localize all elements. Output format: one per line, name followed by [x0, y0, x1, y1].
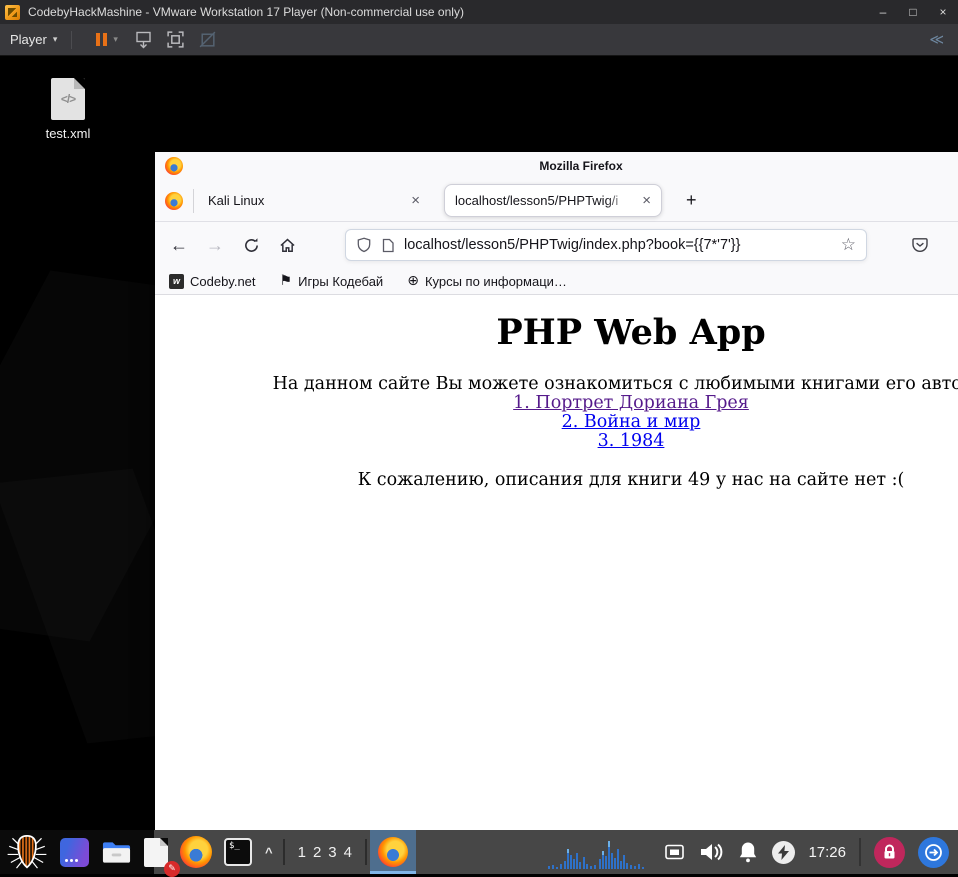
- vmware-player-icon: [5, 5, 20, 20]
- panel-separator: [365, 839, 367, 865]
- minimize-button[interactable]: –: [868, 0, 898, 24]
- suspend-dropdown-caret[interactable]: ▾: [113, 34, 118, 45]
- tray-separator: [859, 838, 861, 866]
- bookmark-igry-codebay[interactable]: ⚑ Игры Кодебай: [280, 273, 384, 289]
- url-bar[interactable]: localhost/lesson5/PHPTwig/index.php?book…: [345, 229, 867, 261]
- send-ctrl-alt-del-icon[interactable]: [131, 27, 157, 53]
- vmware-window-title: CodebyHackMashine - VMware Workstation 1…: [28, 5, 464, 19]
- logout-icon[interactable]: [918, 837, 949, 868]
- reload-icon[interactable]: [237, 231, 265, 259]
- pencil-badge-icon: ✎: [164, 861, 180, 877]
- volume-icon[interactable]: [698, 840, 724, 864]
- workspace-4[interactable]: 4: [344, 844, 352, 861]
- bookmarks-toolbar: w Codeby.net ⚑ Игры Кодебай ⊕ Курсы по и…: [155, 268, 958, 295]
- forward-button: →: [201, 231, 229, 259]
- bookmark-kursy[interactable]: ⊕ Курсы по информаци…: [407, 273, 567, 289]
- xml-file-icon: </>: [51, 78, 85, 120]
- page-error-message: К сожалению, описания для книги 49 у нас…: [155, 470, 958, 490]
- tab-close-icon[interactable]: ×: [636, 190, 657, 211]
- firefox-task-button-active[interactable]: [370, 830, 416, 874]
- notification-bell-icon[interactable]: [737, 840, 759, 864]
- firefox-window: Mozilla Firefox Kali Linux × localhost/l…: [155, 152, 958, 830]
- workspace-pager[interactable]: 1 2 3 4: [288, 844, 362, 861]
- tab-close-icon[interactable]: ×: [405, 190, 426, 211]
- close-button[interactable]: ×: [928, 0, 958, 24]
- kali-menu-icon[interactable]: [0, 830, 54, 874]
- vmware-titlebar: CodebyHackMashine - VMware Workstation 1…: [0, 0, 958, 24]
- unity-mode-icon: [195, 27, 221, 53]
- suspend-vm-button[interactable]: [92, 29, 111, 50]
- collapse-toolbar-icon[interactable]: ≪: [929, 31, 944, 48]
- page-intro-text: На данном сайте Вы можете ознакомиться с…: [155, 375, 958, 394]
- tab-label: localhost/lesson5/PHPTwig/i: [455, 193, 636, 208]
- php-web-app-page: PHP Web App На данном сайте Вы можете оз…: [155, 296, 958, 490]
- bookmark-codeby[interactable]: w Codeby.net: [169, 274, 256, 289]
- firefox-navbar: ← →: [155, 222, 958, 268]
- file-manager-icon[interactable]: [95, 830, 138, 874]
- tab-label: Kali Linux: [208, 193, 405, 208]
- display-tray-icon[interactable]: [664, 843, 685, 861]
- bookmark-label: Курсы по информаци…: [425, 274, 567, 289]
- vm-desktop: </> test.xml Mozilla Firefox Kali Linux …: [0, 56, 958, 830]
- code-glyph: </>: [61, 92, 75, 106]
- firefox-titlebar[interactable]: Mozilla Firefox: [155, 152, 958, 180]
- firefox-icon: [165, 192, 183, 210]
- codeby-favicon: w: [169, 274, 184, 289]
- player-menu-label: Player: [10, 32, 47, 47]
- book-link-3[interactable]: 3. 1984: [155, 432, 958, 451]
- terminal-icon[interactable]: $_: [218, 830, 258, 874]
- window-controls: – □ ×: [868, 0, 958, 24]
- taskbar-tray: 17:26: [547, 830, 958, 874]
- desktop-file-test-xml[interactable]: </> test.xml: [28, 78, 108, 141]
- back-button[interactable]: ←: [165, 231, 193, 259]
- app-drawer-icon[interactable]: [54, 830, 95, 874]
- tab-localhost-active[interactable]: localhost/lesson5/PHPTwig/i ×: [444, 184, 662, 217]
- maximize-button[interactable]: □: [898, 0, 928, 24]
- book-link-1[interactable]: 1. Портрет Дориана Грея: [155, 394, 958, 413]
- page-info-icon[interactable]: [381, 238, 395, 253]
- firefox-icon: [378, 837, 408, 867]
- home-icon[interactable]: [273, 231, 301, 259]
- firefox-launcher-icon[interactable]: [174, 830, 218, 874]
- text-editor-icon[interactable]: ✎: [138, 830, 174, 874]
- toolbar-separator: [71, 31, 72, 49]
- workspace-1[interactable]: 1: [298, 844, 306, 861]
- vmware-toolbar: Player ▾ ▾ ≪: [0, 24, 958, 56]
- book-link-2[interactable]: 2. Война и мир: [155, 413, 958, 432]
- lock-screen-icon[interactable]: [874, 837, 905, 868]
- tab-separator: [193, 189, 194, 213]
- workspace-3[interactable]: 3: [328, 844, 336, 861]
- player-menu[interactable]: Player ▾: [0, 24, 67, 55]
- url-value[interactable]: localhost/lesson5/PHPTwig/index.php?book…: [404, 237, 832, 253]
- new-tab-button[interactable]: +: [678, 188, 705, 213]
- bookmark-label: Codeby.net: [190, 274, 256, 289]
- panel-separator: [283, 839, 285, 865]
- taskbar-left: ✎ $_ ^ 1 2 3 4: [0, 830, 416, 874]
- bookmark-label: Игры Кодебай: [298, 274, 383, 289]
- workspace-2[interactable]: 2: [313, 844, 321, 861]
- bookmark-star-icon[interactable]: ☆: [841, 235, 856, 255]
- page-viewport: PHP Web App На данном сайте Вы можете оз…: [155, 296, 958, 830]
- shield-icon[interactable]: [356, 237, 372, 253]
- chevron-down-icon: ▾: [53, 34, 58, 45]
- globe-icon: ⊕: [407, 273, 419, 289]
- panel-expand-icon[interactable]: ^: [258, 845, 280, 860]
- fullscreen-icon[interactable]: [163, 27, 189, 53]
- tab-kali-linux[interactable]: Kali Linux ×: [204, 190, 436, 211]
- network-monitor-graph[interactable]: [547, 837, 651, 874]
- pocket-icon[interactable]: [911, 236, 929, 254]
- firefox-tabbar: Kali Linux × localhost/lesson5/PHPTwig/i…: [155, 180, 958, 222]
- taskbar: ✎ $_ ^ 1 2 3 4: [0, 830, 958, 874]
- desktop-file-label: test.xml: [28, 126, 108, 141]
- page-title: PHP Web App: [155, 312, 958, 353]
- clock[interactable]: 17:26: [808, 844, 846, 861]
- power-manager-icon[interactable]: [772, 841, 795, 864]
- firefox-window-title: Mozilla Firefox: [155, 159, 958, 173]
- flag-icon: ⚑: [280, 273, 293, 289]
